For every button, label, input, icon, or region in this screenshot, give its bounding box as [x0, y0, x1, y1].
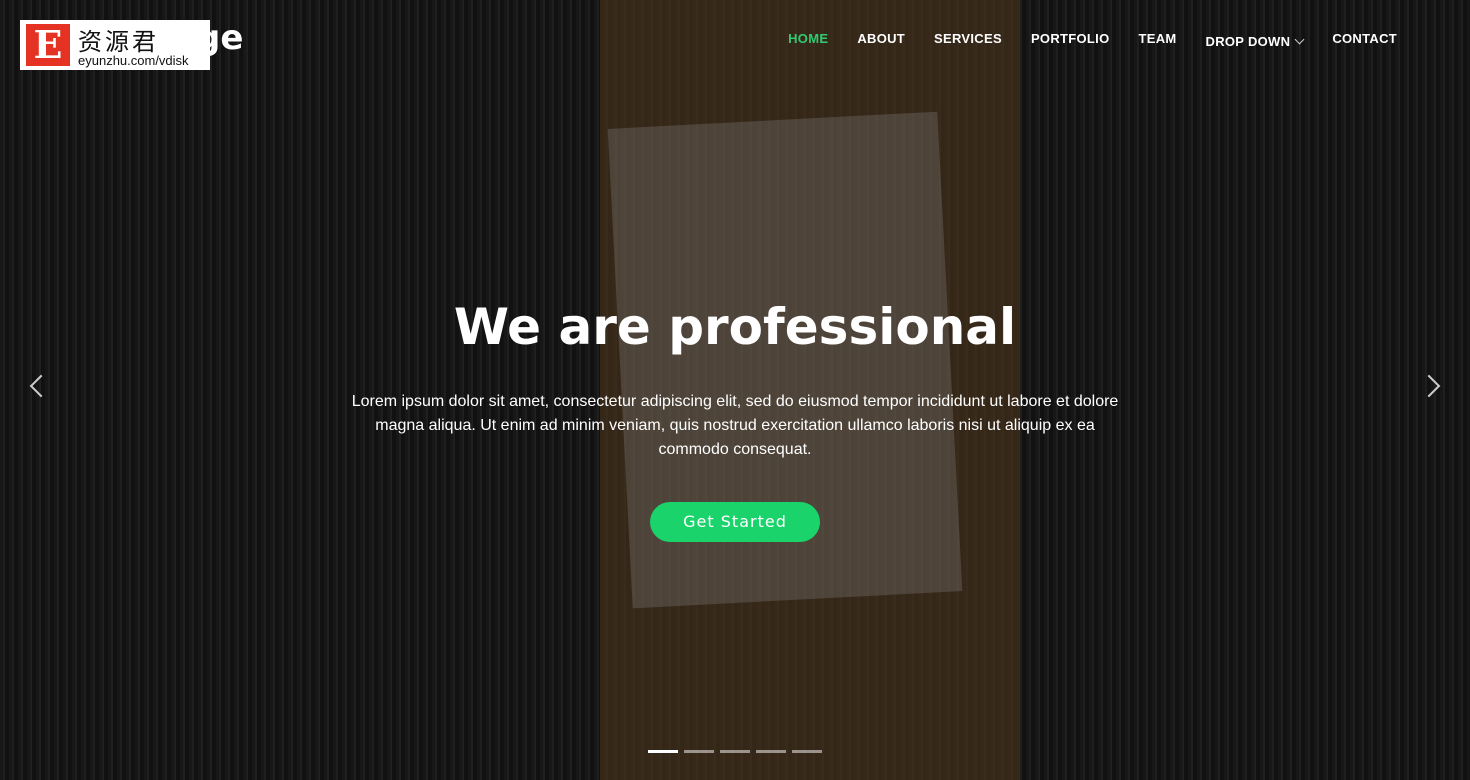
main-nav: HOME ABOUT SERVICES PORTFOLIO TEAM DROP … — [788, 31, 1397, 50]
chevron-down-icon — [1294, 34, 1305, 45]
indicator-5[interactable] — [792, 750, 822, 753]
watermark-logo: E — [26, 24, 70, 66]
get-started-button[interactable]: Get Started — [650, 502, 820, 542]
header: ge E 资源君 eyunzhu.com/vdisk HOME ABOUT SE… — [0, 0, 1470, 80]
indicator-3[interactable] — [720, 750, 750, 753]
hero-title: We are professional — [453, 298, 1017, 356]
indicator-1[interactable] — [648, 750, 678, 753]
watermark: E 资源君 eyunzhu.com/vdisk — [20, 20, 210, 70]
nav-about[interactable]: ABOUT — [857, 31, 905, 50]
nav-team[interactable]: TEAM — [1138, 31, 1176, 50]
nav-services[interactable]: SERVICES — [934, 31, 1002, 50]
indicator-4[interactable] — [756, 750, 786, 753]
indicator-2[interactable] — [684, 750, 714, 753]
nav-dropdown[interactable]: DROP DOWN — [1206, 31, 1305, 50]
carousel-indicators — [648, 750, 822, 753]
watermark-url: eyunzhu.com/vdisk — [78, 53, 189, 68]
watermark-text: 资源君 — [78, 28, 159, 56]
nav-portfolio[interactable]: PORTFOLIO — [1031, 31, 1110, 50]
hero-carousel: ge E 资源君 eyunzhu.com/vdisk HOME ABOUT SE… — [0, 0, 1470, 780]
hero-content: We are professional Lorem ipsum dolor si… — [0, 298, 1470, 542]
hero-text: Lorem ipsum dolor sit amet, consectetur … — [351, 393, 1119, 458]
nav-contact[interactable]: CONTACT — [1332, 31, 1397, 50]
nav-home[interactable]: HOME — [788, 31, 828, 50]
nav-dropdown-label[interactable]: DROP DOWN — [1206, 34, 1291, 49]
